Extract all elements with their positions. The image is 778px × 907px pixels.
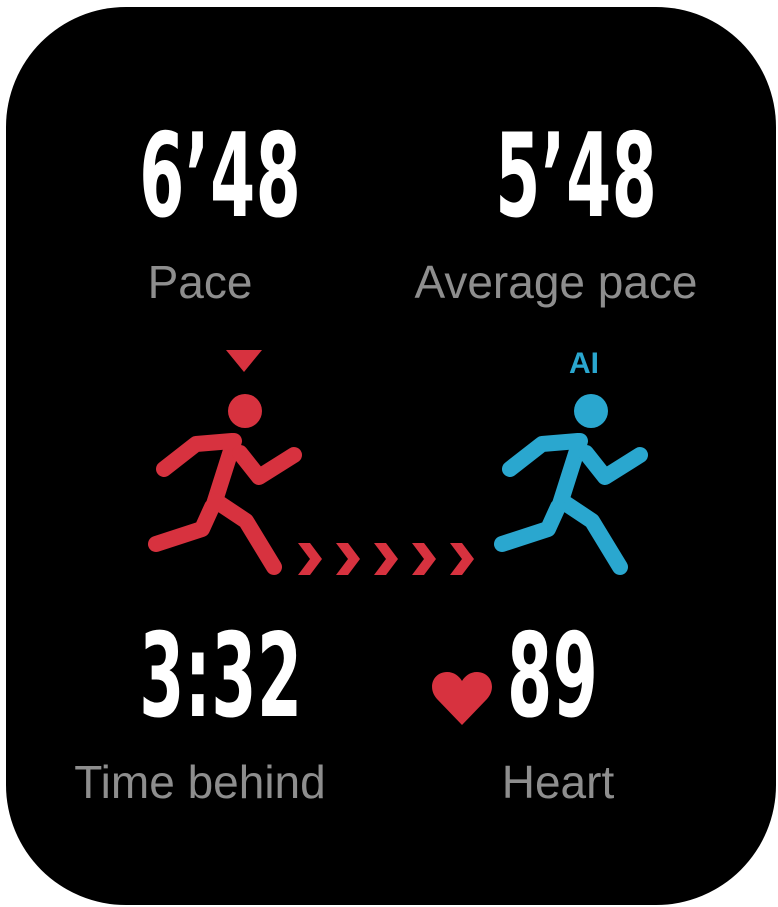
heart-icon (432, 672, 492, 725)
watch-screen: 6’48 Pace 5’48 Average pace AI 3:32 Time… (6, 7, 776, 905)
time-behind-value: 3:32 (139, 609, 303, 744)
ai-badge: AI (569, 347, 599, 380)
user-position-marker-icon (226, 350, 262, 372)
chevron-right-icon (450, 543, 474, 575)
heart-value: 89 (507, 609, 599, 744)
heart-label: Heart (501, 756, 615, 808)
chevron-right-icon (412, 543, 436, 575)
ai-runner-icon (494, 394, 648, 575)
average-pace-value: 5’48 (495, 109, 658, 244)
chevron-right-icon (336, 543, 360, 575)
chevron-right-icon (298, 543, 322, 575)
pace-label: Pace (147, 256, 253, 308)
progress-chevrons (298, 543, 474, 575)
user-runner-icon (148, 394, 302, 575)
pace-value: 6’48 (139, 109, 302, 244)
time-behind-label: Time behind (74, 756, 326, 808)
chevron-right-icon (374, 543, 398, 575)
average-pace-label: Average pace (414, 256, 698, 308)
